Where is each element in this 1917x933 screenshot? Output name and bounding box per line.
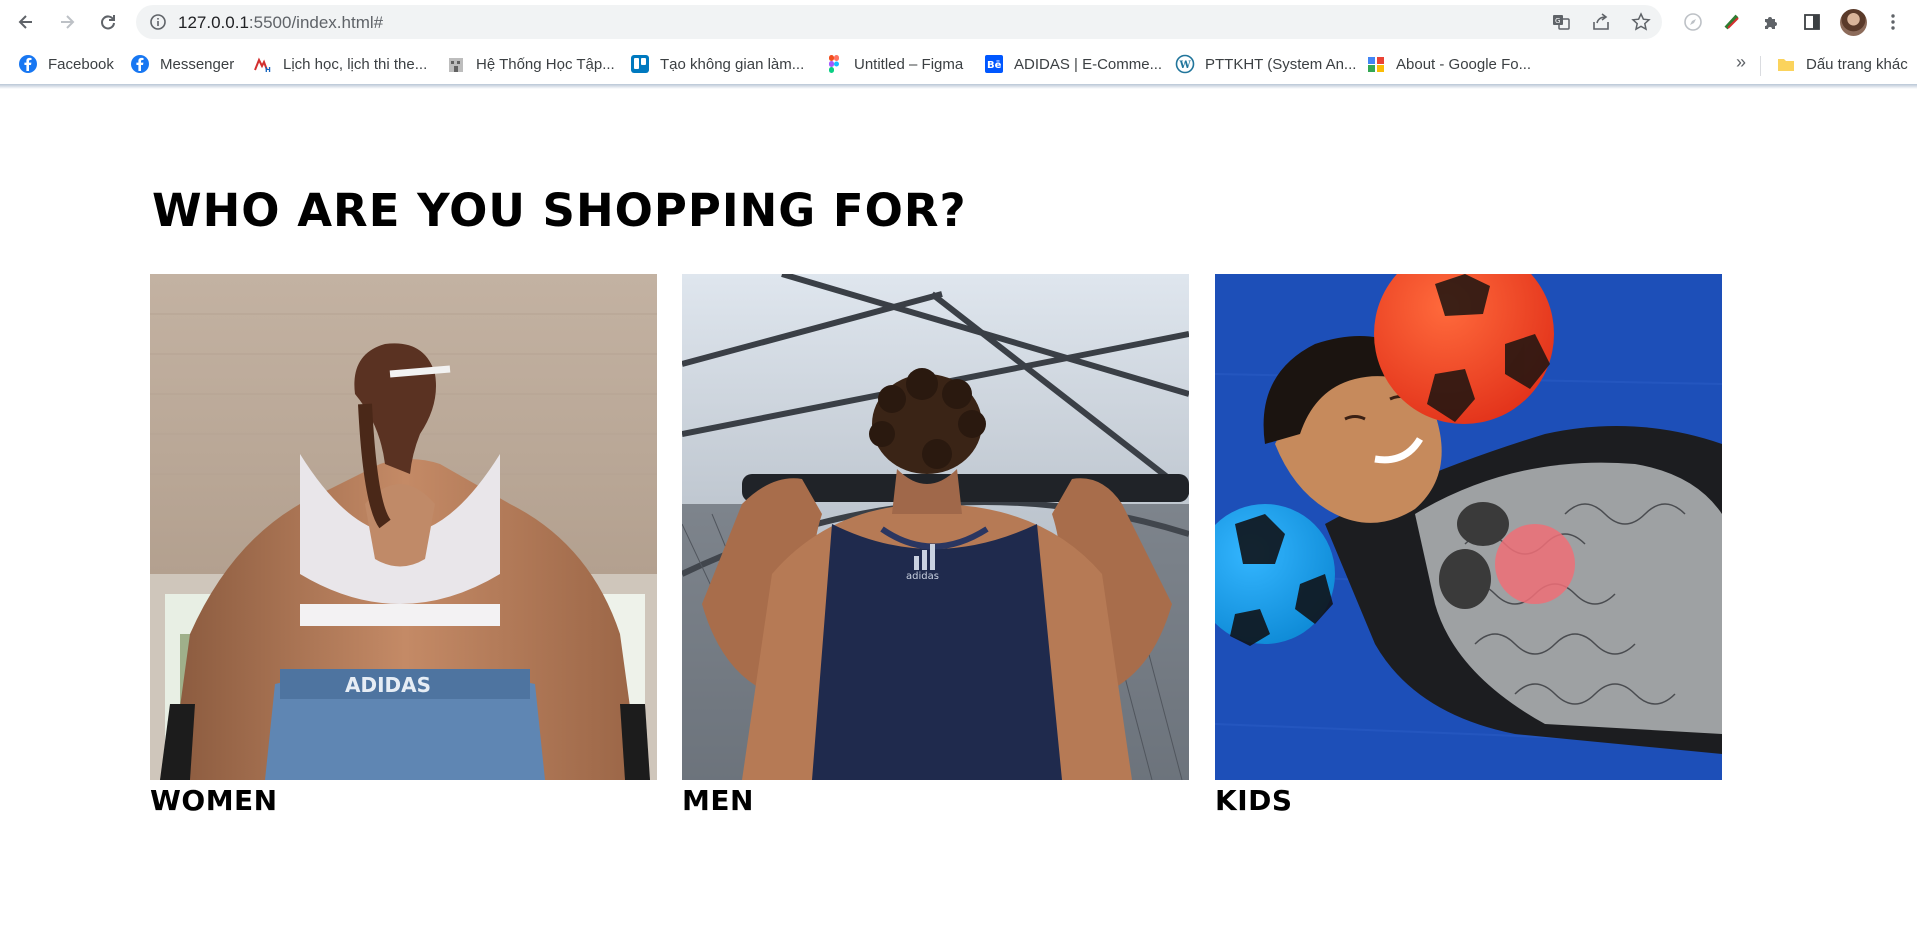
folder-icon bbox=[1776, 54, 1796, 74]
bookmark-pttkht[interactable]: W PTTKHT (System An... bbox=[1175, 52, 1356, 76]
category-label-women[interactable]: WOMEN bbox=[150, 784, 657, 817]
bookmark-label: Hệ Thống Học Tập... bbox=[476, 55, 615, 73]
category-label-men[interactable]: MEN bbox=[682, 784, 1189, 817]
google-forms-icon bbox=[1366, 54, 1386, 74]
reload-icon[interactable] bbox=[94, 8, 122, 36]
behance-icon: Bē bbox=[984, 54, 1004, 74]
building-icon bbox=[446, 54, 466, 74]
bookmark-label: ADIDAS | E-Comme... bbox=[1014, 55, 1163, 73]
bookmark-facebook[interactable]: Facebook bbox=[18, 52, 114, 76]
url-text[interactable]: 127.0.0.1:5500/index.html# bbox=[178, 13, 383, 33]
bookmark-other-folder[interactable]: Dấu trang khác bbox=[1776, 52, 1908, 76]
svg-text:H: H bbox=[265, 66, 271, 74]
bookmark-he-thong[interactable]: Hệ Thống Học Tập... bbox=[446, 52, 615, 76]
url-host: 127.0.0.1 bbox=[178, 13, 249, 32]
bookmark-label: PTTKHT (System An... bbox=[1205, 55, 1357, 73]
bookmark-adidas[interactable]: Bē ADIDAS | E-Comme... bbox=[984, 52, 1162, 76]
address-bar[interactable]: 127.0.0.1:5500/index.html# G bbox=[136, 5, 1662, 39]
bookmark-label: Dấu trang khác bbox=[1806, 55, 1908, 73]
bookmark-figma[interactable]: Untitled – Figma bbox=[824, 52, 963, 76]
school-logo-icon: H bbox=[253, 54, 273, 74]
wordpress-icon: W bbox=[1175, 54, 1195, 74]
bookmark-label: About - Google Fo... bbox=[1396, 55, 1532, 73]
svg-text:ADIDAS: ADIDAS bbox=[345, 673, 431, 697]
category-image-kids[interactable] bbox=[1215, 274, 1722, 780]
category-image-men[interactable]: adidas bbox=[682, 274, 1189, 780]
bookmarks-overflow-button[interactable]: » bbox=[1736, 52, 1746, 73]
svg-text:G: G bbox=[1555, 17, 1560, 25]
bookmarks-divider bbox=[1760, 56, 1761, 76]
bookmark-label: Untitled – Figma bbox=[854, 55, 964, 73]
bookmark-trello[interactable]: Tạo không gian làm... bbox=[630, 52, 804, 76]
translate-icon[interactable]: G bbox=[1550, 11, 1572, 33]
category-image-women[interactable]: ADIDAS bbox=[150, 274, 657, 780]
star-icon[interactable] bbox=[1630, 11, 1652, 33]
bookmark-label: Tạo không gian làm... bbox=[660, 55, 805, 73]
back-icon[interactable] bbox=[12, 8, 40, 36]
puzzle-icon[interactable] bbox=[1758, 9, 1784, 35]
bookmark-label: Lịch học, lịch thi the... bbox=[283, 55, 428, 73]
svg-text:adidas: adidas bbox=[906, 571, 939, 582]
page-title: WHO ARE YOU SHOPPING FOR? bbox=[152, 184, 967, 237]
category-label-kids[interactable]: KIDS bbox=[1215, 784, 1722, 817]
share-icon[interactable] bbox=[1590, 11, 1612, 33]
category-card-men[interactable]: adidas MEN bbox=[682, 274, 1189, 817]
category-card-women[interactable]: ADIDAS WOMEN bbox=[150, 274, 657, 817]
site-info-icon[interactable] bbox=[148, 12, 168, 32]
menu-icon[interactable] bbox=[1880, 9, 1906, 35]
bookmark-lich-hoc[interactable]: H Lịch học, lịch thi the... bbox=[253, 52, 427, 76]
side-panel-icon[interactable] bbox=[1799, 9, 1825, 35]
category-link-men[interactable]: adidas MEN bbox=[682, 274, 1189, 817]
bookmark-messenger[interactable]: Messenger bbox=[130, 52, 234, 76]
svg-text:Bē: Bē bbox=[987, 60, 1002, 71]
figma-icon bbox=[824, 54, 844, 74]
category-link-kids[interactable]: KIDS bbox=[1215, 274, 1722, 817]
facebook-icon bbox=[130, 54, 150, 74]
facebook-icon bbox=[18, 54, 38, 74]
extension-color-icon[interactable] bbox=[1719, 9, 1745, 35]
bookmark-label: Messenger bbox=[160, 55, 235, 73]
trello-icon bbox=[630, 54, 650, 74]
extension-compass-icon[interactable] bbox=[1680, 9, 1706, 35]
browser-toolbar: 127.0.0.1:5500/index.html# G bbox=[0, 0, 1917, 44]
svg-text:W: W bbox=[1179, 60, 1192, 71]
bookmark-label: Facebook bbox=[48, 55, 114, 73]
bookmark-google-forms[interactable]: About - Google Fo... bbox=[1366, 52, 1531, 76]
bookmarks-bar: Facebook Messenger H Lịch học, lịch thi … bbox=[0, 44, 1917, 84]
category-card-kids[interactable]: KIDS bbox=[1215, 274, 1722, 817]
forward-icon[interactable] bbox=[53, 8, 81, 36]
toolbar-divider bbox=[0, 84, 1917, 89]
category-link-women[interactable]: ADIDAS WOMEN bbox=[150, 274, 657, 817]
profile-avatar[interactable] bbox=[1840, 9, 1867, 36]
url-path: :5500/index.html# bbox=[248, 13, 384, 32]
